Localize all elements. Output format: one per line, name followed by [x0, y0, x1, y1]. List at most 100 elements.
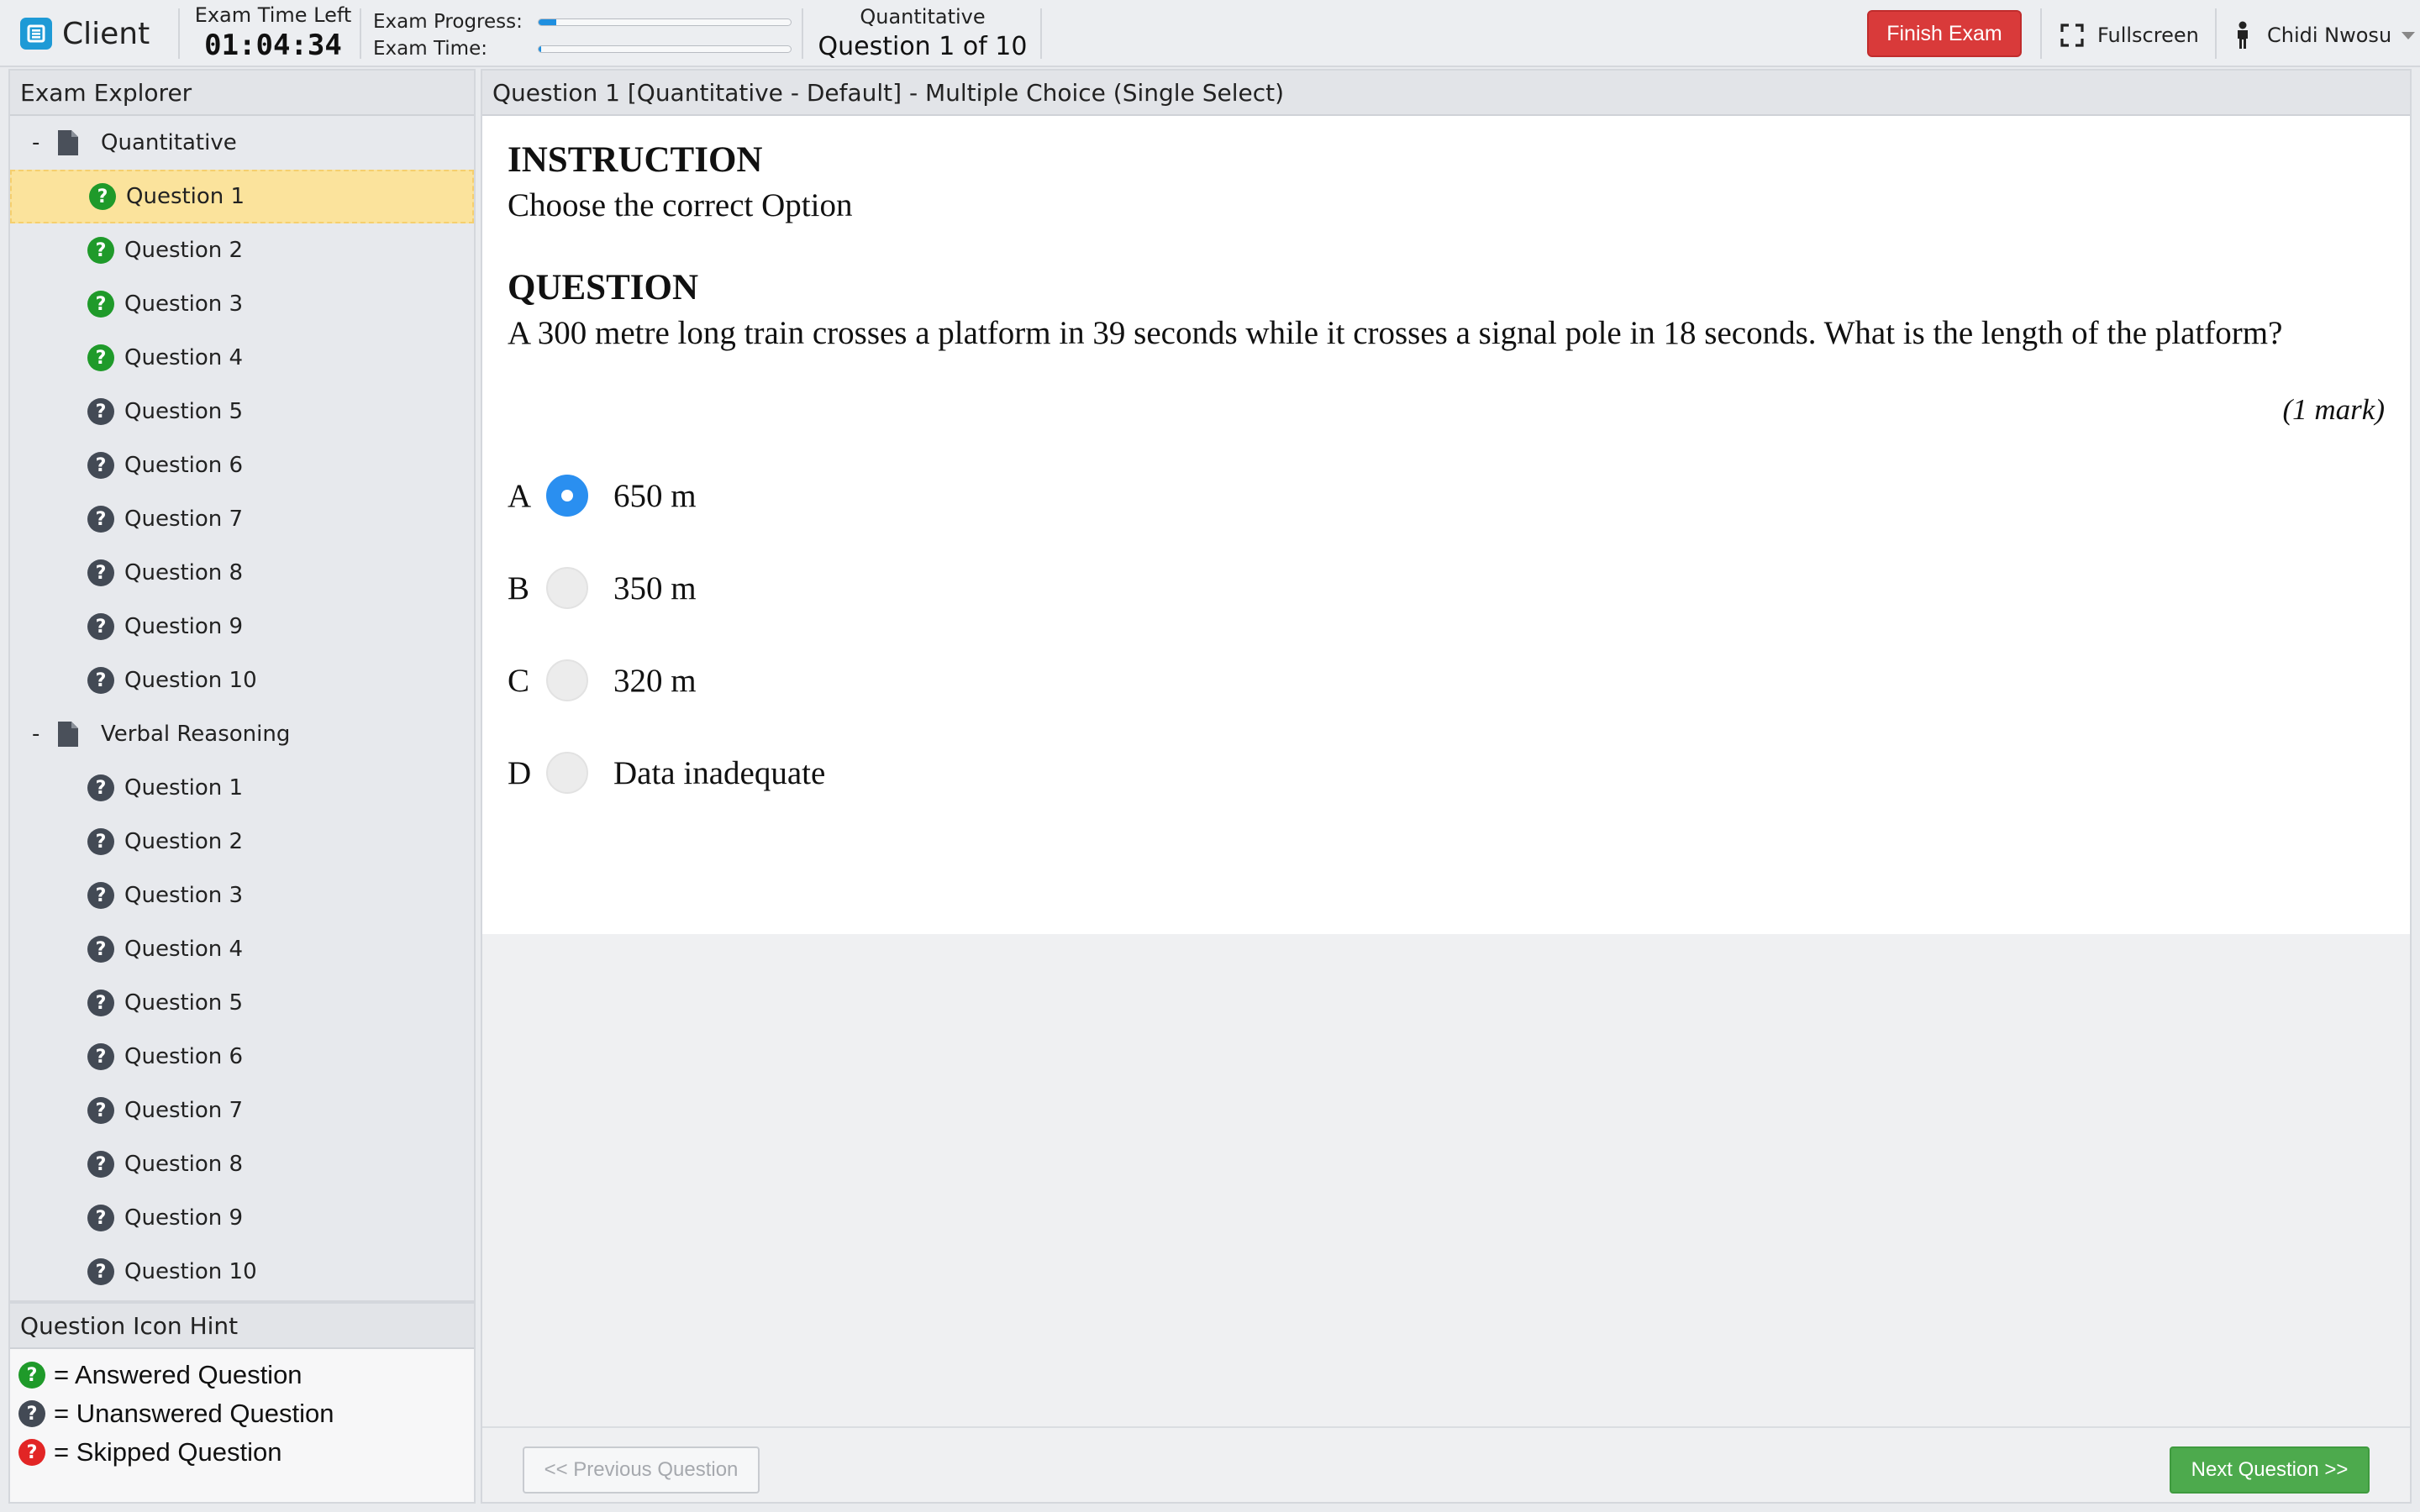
question-nav-label: Question 8 — [124, 560, 244, 585]
section-row[interactable]: - Quantitative — [10, 116, 474, 170]
question-unanswered-icon: ? — [18, 1400, 45, 1427]
option-radio[interactable] — [546, 752, 588, 794]
question-nav-label: Question 2 — [124, 238, 244, 263]
time-left-label: Exam Time Left — [194, 3, 352, 27]
question-nav-item[interactable]: ? Question 5 — [10, 976, 474, 1030]
time-left-value: 01:04:34 — [204, 29, 342, 62]
divider — [2215, 8, 2217, 59]
previous-question-button[interactable]: << Previous Question — [523, 1446, 760, 1494]
hint-item: ? = Answered Question — [10, 1356, 474, 1394]
question-nav-item[interactable]: ? Question 8 — [10, 546, 474, 600]
section-indicator: Quantitative Question 1 of 10 — [807, 5, 1039, 61]
question-nav-item[interactable]: ? Question 4 — [10, 922, 474, 976]
time-left: Exam Time Left 01:04:34 — [193, 3, 353, 62]
progress-block: Exam Progress: Exam Time: — [373, 8, 793, 62]
exam-time-label: Exam Time: — [373, 38, 487, 60]
question-unanswered-icon: ? — [87, 774, 114, 801]
question-text: A 300 metre long train crosses a platfor… — [508, 315, 2283, 351]
question-counter: Question 1 of 10 — [818, 32, 1028, 61]
option-radio[interactable] — [546, 659, 588, 701]
question-nav-item[interactable]: ? Question 4 — [10, 331, 474, 385]
question-nav-item[interactable]: ? Question 1 — [10, 170, 474, 223]
question-unanswered-icon: ? — [87, 936, 114, 963]
question-nav-item[interactable]: ? Question 8 — [10, 1137, 474, 1191]
question-nav-item[interactable]: ? Question 6 — [10, 438, 474, 492]
hint-item: ? = Skipped Question — [10, 1433, 474, 1472]
question-nav-item[interactable]: ? Question 3 — [10, 277, 474, 331]
question-nav-label: Question 10 — [124, 1259, 257, 1284]
question-nav-item[interactable]: ? Question 10 — [10, 1245, 474, 1299]
finish-exam-button[interactable]: Finish Exam — [1867, 10, 2022, 57]
option-text: Data inadequate — [613, 754, 826, 791]
question-nav-label: Question 7 — [124, 1098, 244, 1123]
answer-option[interactable]: B 350 m — [508, 564, 697, 612]
question-unanswered-icon: ? — [87, 667, 114, 694]
divider — [360, 8, 361, 59]
question-content: INSTRUCTION Choose the correct Option QU… — [482, 116, 2410, 934]
question-unanswered-icon: ? — [87, 1151, 114, 1178]
question-skipped-icon: ? — [18, 1439, 45, 1466]
question-nav-label: Question 1 — [124, 775, 244, 801]
question-nav-item[interactable]: ? Question 9 — [10, 600, 474, 654]
question-unanswered-icon: ? — [87, 1097, 114, 1124]
fullscreen-label: Fullscreen — [2097, 24, 2199, 47]
question-heading: QUESTION — [508, 268, 699, 307]
question-unanswered-icon: ? — [87, 506, 114, 533]
question-nav-label: Question 5 — [124, 399, 244, 424]
option-text: 320 m — [613, 662, 697, 699]
collapse-toggle[interactable]: - — [32, 130, 47, 155]
question-unanswered-icon: ? — [87, 559, 114, 586]
option-radio[interactable] — [546, 475, 588, 517]
question-tree: - Quantitative? Question 1? Question 2? Ques… — [10, 116, 474, 1299]
current-section: Quantitative — [860, 5, 986, 29]
question-unanswered-icon: ? — [87, 1043, 114, 1070]
exam-progress-bar — [538, 18, 792, 26]
question-nav-item[interactable]: ? Question 1 — [10, 761, 474, 815]
option-letter: B — [508, 570, 530, 606]
divider — [2040, 8, 2042, 59]
option-radio[interactable] — [546, 567, 588, 609]
fullscreen-button[interactable]: Fullscreen — [2060, 18, 2199, 52]
question-nav-item[interactable]: ? Question 10 — [10, 654, 474, 707]
question-nav-item[interactable]: ? Question 5 — [10, 385, 474, 438]
question-nav-label: Question 3 — [124, 883, 244, 908]
question-nav-item[interactable]: ? Question 6 — [10, 1030, 474, 1084]
answer-option[interactable]: A 650 m — [508, 472, 697, 519]
question-unanswered-icon: ? — [87, 828, 114, 855]
question-nav-label: Question 8 — [124, 1152, 244, 1177]
hint-list: ? = Answered Question? = Unanswered Questi… — [10, 1349, 474, 1472]
option-letter: D — [508, 754, 532, 791]
question-unanswered-icon: ? — [87, 882, 114, 909]
question-nav-label: Question 6 — [124, 1044, 244, 1069]
exam-explorer: Exam Explorer - Quantitative? Question 1? Q… — [8, 69, 476, 1302]
answer-option[interactable]: C 320 m — [508, 657, 697, 704]
collapse-toggle[interactable]: - — [32, 722, 47, 747]
user-name: Chidi Nwosu — [2267, 24, 2392, 47]
option-letter: A — [508, 477, 532, 514]
hint-text: = Unanswered Question — [54, 1399, 334, 1428]
section-row[interactable]: - Verbal Reasoning — [10, 707, 474, 761]
brand-name: Client — [62, 16, 150, 51]
option-text: 350 m — [613, 570, 697, 606]
question-nav-item[interactable]: ? Question 2 — [10, 223, 474, 277]
answer-option[interactable]: D Data inadequate — [508, 749, 825, 796]
question-unanswered-icon: ? — [87, 1258, 114, 1285]
question-unanswered-icon: ? — [87, 990, 114, 1016]
question-unanswered-icon: ? — [87, 613, 114, 640]
question-nav-item[interactable]: ? Question 7 — [10, 1084, 474, 1137]
instruction-heading: INSTRUCTION — [508, 140, 763, 180]
question-nav-item[interactable]: ? Question 2 — [10, 815, 474, 869]
question-nav-label: Question 9 — [124, 1205, 244, 1231]
question-unanswered-icon: ? — [87, 1205, 114, 1231]
user-menu[interactable]: Chidi Nwosu — [2235, 18, 2416, 52]
option-text: 650 m — [613, 477, 697, 514]
question-nav-item[interactable]: ? Question 7 — [10, 492, 474, 546]
question-panel: Question 1 [Quantitative - Default] - Mu… — [481, 69, 2412, 1504]
divider — [178, 8, 180, 59]
question-nav-label: Question 1 — [126, 184, 245, 209]
next-question-button[interactable]: Next Question >> — [2170, 1446, 2370, 1494]
question-unanswered-icon: ? — [87, 452, 114, 479]
question-nav-item[interactable]: ? Question 3 — [10, 869, 474, 922]
app-logo-icon — [20, 18, 52, 50]
question-nav-item[interactable]: ? Question 9 — [10, 1191, 474, 1245]
